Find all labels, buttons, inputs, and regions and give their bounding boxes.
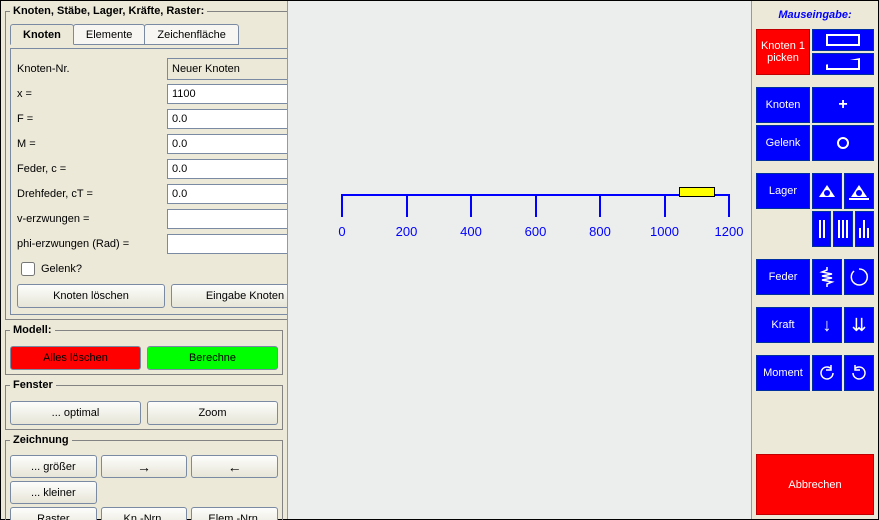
drawing-canvas[interactable]: 0 200 400 600 800 1000 1200	[287, 1, 752, 519]
force-single-button[interactable]	[812, 307, 842, 343]
x-label: x =	[17, 88, 167, 100]
dist-force-icon	[851, 315, 866, 336]
tab-page-knoten: Knoten-Nr. Neuer Knoten ▼ x = F = M = Fe…	[10, 48, 326, 315]
axis-tick-label: 600	[525, 224, 547, 239]
left-panel: Knoten, Stäbe, Lager, Kräfte, Raster: Kn…	[1, 1, 287, 519]
main-group: Knoten, Stäbe, Lager, Kräfte, Raster: Kn…	[5, 5, 331, 320]
axis-tick-label: 0	[338, 224, 345, 239]
axis-tick	[664, 194, 666, 217]
displacement-icon	[859, 220, 869, 238]
force-tool-label: Kraft	[756, 307, 810, 343]
rectangle-icon	[826, 34, 860, 46]
shape-rect-button[interactable]	[812, 29, 874, 51]
moment-cw-button[interactable]	[844, 355, 874, 391]
clamped-icon	[819, 220, 825, 238]
node-nr-combo-text: Neuer Knoten	[172, 63, 240, 75]
phi-label: phi-erzwungen (Rad) =	[17, 238, 167, 250]
right-toolbar: Mauseingabe: Knoten 1 picken Knoten Gele…	[752, 1, 878, 519]
smaller-button[interactable]: ... kleiner	[10, 481, 97, 504]
axis-tick	[341, 194, 343, 217]
tab-elemente[interactable]: Elemente	[73, 24, 145, 45]
spring-icon	[819, 267, 835, 287]
vz-label: v-erzwungen =	[17, 213, 167, 225]
fenster-title: Fenster	[10, 379, 56, 391]
hinge-tool-label: Gelenk	[756, 125, 810, 161]
axis-tick	[406, 194, 408, 217]
gelenk-checkbox[interactable]	[21, 262, 35, 276]
gelenk-checkbox-label: Gelenk?	[41, 263, 82, 275]
cancel-button[interactable]: Abbrechen	[756, 454, 874, 515]
modell-title: Modell:	[10, 324, 55, 336]
modell-group: Modell: Alles löschen Berechne	[5, 324, 283, 375]
wedge-icon	[826, 58, 860, 70]
calculate-button[interactable]: Berechne	[147, 346, 278, 370]
support-guided-button[interactable]	[833, 211, 852, 247]
roller-support-icon	[851, 185, 867, 197]
ct-label: Drehfeder, cT =	[17, 188, 167, 200]
tab-zeichenflaeche[interactable]: Zeichenfläche	[144, 24, 239, 45]
raster-button[interactable]: Raster	[10, 507, 97, 520]
support-roller-button[interactable]	[844, 173, 874, 209]
guided-icon	[838, 220, 848, 238]
node-nr-label: Knoten-Nr.	[17, 63, 167, 75]
pick-node-button[interactable]: Knoten 1 picken	[756, 29, 810, 75]
support-disp-button[interactable]	[855, 211, 874, 247]
moment-ccw-button[interactable]	[812, 355, 842, 391]
fenster-group: Fenster ... optimal Zoom	[5, 379, 283, 430]
cw-icon	[849, 363, 869, 383]
plus-icon	[838, 96, 847, 114]
ring-icon	[837, 137, 849, 149]
tabs: Knoten Elemente Zeichenfläche	[10, 23, 326, 44]
spring-tool-label: Feder	[756, 259, 810, 295]
support-fixed-button[interactable]	[812, 173, 842, 209]
add-hinge-button[interactable]	[812, 125, 874, 161]
m-label: M =	[17, 138, 167, 150]
optimal-button[interactable]: ... optimal	[10, 401, 141, 425]
tab-knoten[interactable]: Knoten	[10, 24, 74, 45]
clear-all-button[interactable]: Alles löschen	[10, 346, 141, 370]
node-tool-label: Knoten	[756, 87, 810, 123]
spring-linear-button[interactable]	[812, 259, 842, 295]
spring-rot-button[interactable]	[844, 259, 874, 295]
node-numbers-button[interactable]: Kn.-Nrn.	[101, 507, 188, 520]
force-icon	[823, 315, 832, 336]
pin-support-icon	[819, 185, 835, 197]
delete-node-button[interactable]: Knoten löschen	[17, 284, 165, 308]
bigger-button[interactable]: ... größer	[10, 455, 97, 478]
shape-wedge-button[interactable]	[812, 53, 874, 75]
zoom-button[interactable]: Zoom	[147, 401, 278, 425]
axis-tick-label: 200	[396, 224, 418, 239]
zeichnung-group: Zeichnung ... größer ... kleiner Raster …	[5, 434, 283, 520]
support-tool-label: Lager	[756, 173, 810, 209]
selected-node-marker[interactable]	[679, 187, 715, 197]
move-right-button[interactable]	[101, 455, 188, 478]
axis-tick	[470, 194, 472, 217]
rot-spring-icon	[849, 267, 869, 287]
main-group-title: Knoten, Stäbe, Lager, Kräfte, Raster:	[10, 5, 207, 17]
support-clamped-button[interactable]	[812, 211, 831, 247]
axis-tick-label: 800	[589, 224, 611, 239]
axis-tick	[599, 194, 601, 217]
moment-tool-label: Moment	[756, 355, 810, 391]
zeichnung-title: Zeichnung	[10, 434, 72, 446]
c-label: Feder, c =	[17, 163, 167, 175]
axis-tick-label: 1200	[715, 224, 744, 239]
axis-tick	[535, 194, 537, 217]
ccw-icon	[817, 363, 837, 383]
axis-tick	[728, 194, 730, 217]
element-numbers-button[interactable]: Elem.-Nrn.	[191, 507, 278, 520]
add-node-button[interactable]	[812, 87, 874, 123]
f-label: F =	[17, 113, 167, 125]
axis-tick-label: 400	[460, 224, 482, 239]
move-left-button[interactable]	[191, 455, 278, 478]
mouse-input-title: Mauseingabe:	[756, 5, 874, 27]
axis-tick-label: 1000	[650, 224, 679, 239]
force-dist-button[interactable]	[844, 307, 874, 343]
